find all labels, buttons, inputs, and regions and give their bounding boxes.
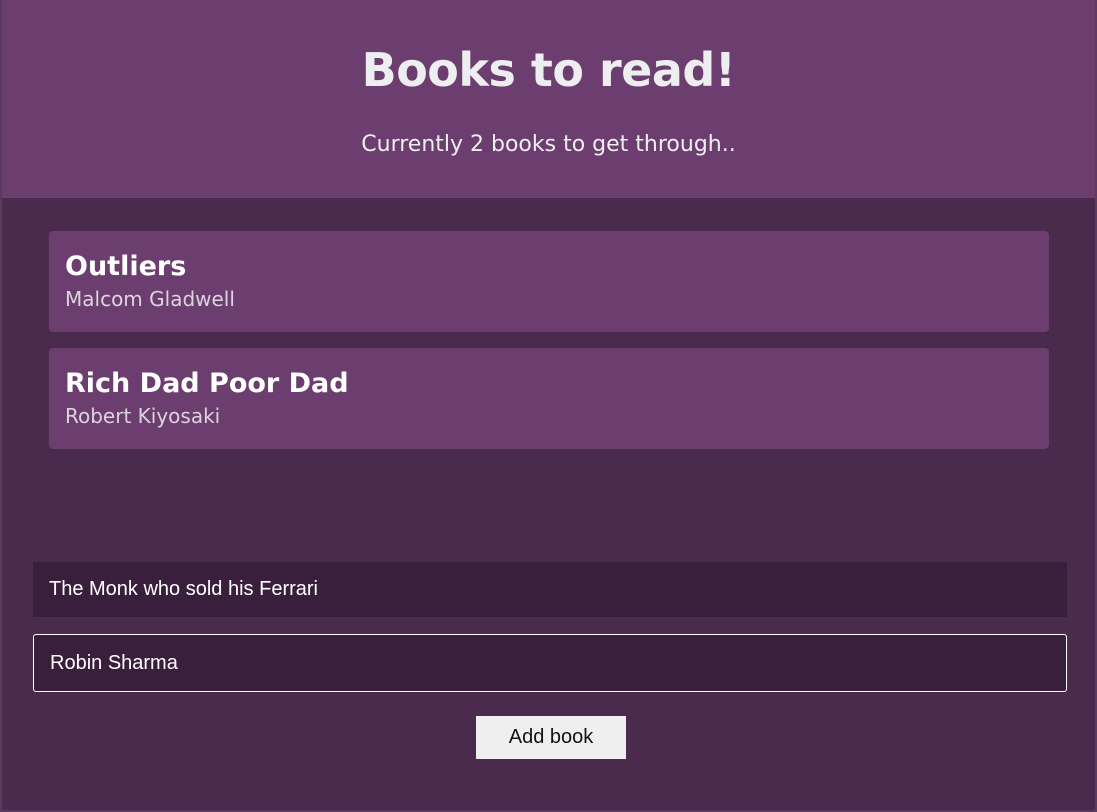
book-author-input[interactable] [33,634,1067,692]
app-container: Books to read! Currently 2 books to get … [0,0,1097,812]
book-title: Rich Dad Poor Dad [65,368,349,399]
book-author: Malcom Gladwell [65,287,235,311]
book-title: Outliers [65,251,187,282]
book-list-item[interactable]: Rich Dad Poor Dad Robert Kiyosaki [49,348,1049,449]
page-title: Books to read! [361,43,736,97]
book-count-text: Currently 2 books to get through.. [361,132,736,157]
book-author: Robert Kiyosaki [65,404,221,428]
book-title-input[interactable] [33,562,1067,617]
book-list-item[interactable]: Outliers Malcom Gladwell [49,231,1049,332]
navbar: Books to read! Currently 2 books to get … [2,0,1095,198]
add-book-button[interactable]: Add book [476,716,626,759]
